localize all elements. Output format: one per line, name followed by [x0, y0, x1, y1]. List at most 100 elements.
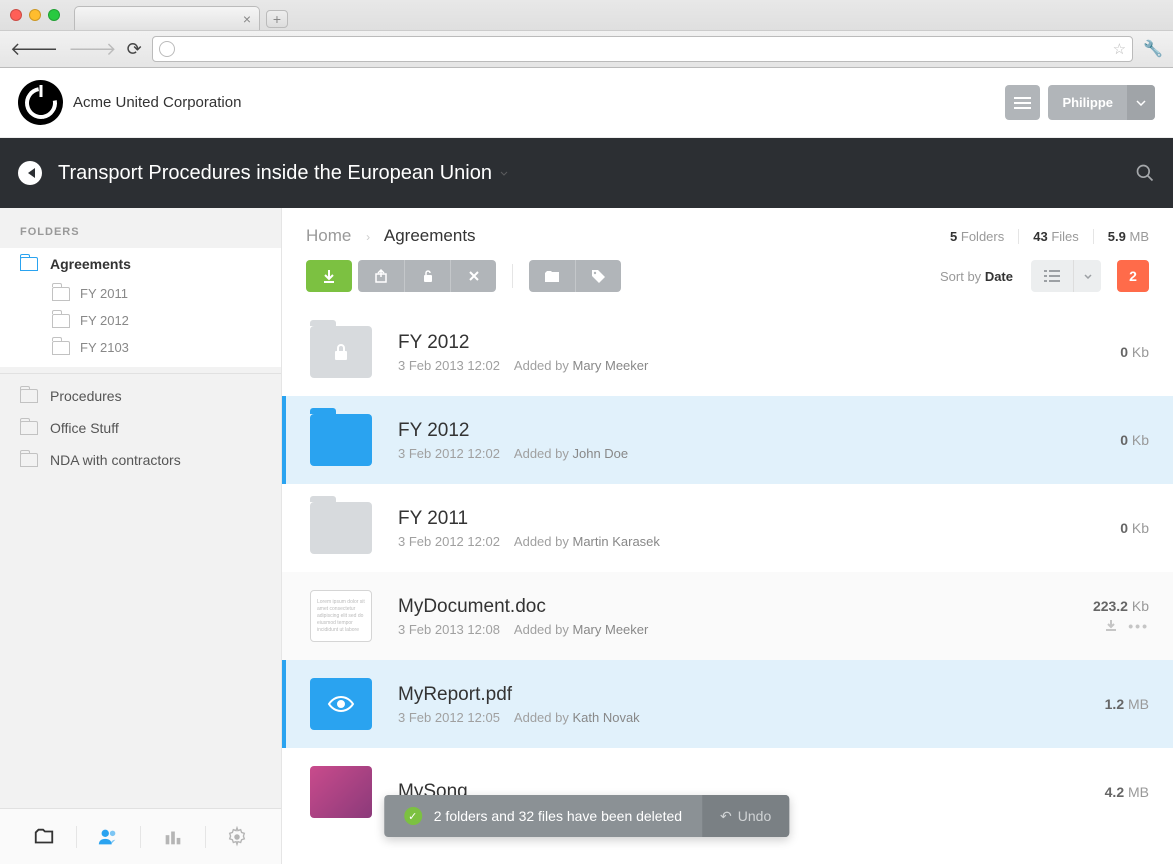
divider [0, 373, 281, 374]
item-size: 1.2 MB [1105, 696, 1149, 712]
sidebar-sub-fy2011[interactable]: FY 2011 [0, 280, 281, 307]
title-dropdown-icon[interactable] [500, 171, 508, 176]
reload-button[interactable]: ⟳ [127, 39, 142, 60]
sidebar-sub-label: FY 2011 [80, 286, 128, 301]
minimize-window-icon[interactable] [29, 9, 41, 21]
document-icon: Lorem ipsum dolor sit amet consectetur a… [310, 590, 372, 642]
nav-files-icon[interactable] [12, 826, 77, 848]
chevron-down-icon [1127, 85, 1155, 120]
stat-size: 5.9 MB [1094, 229, 1149, 244]
breadcrumb-sep-icon: › [366, 230, 370, 244]
view-toggle[interactable] [1031, 260, 1101, 292]
browser-tab[interactable]: × [74, 6, 260, 30]
tag-button[interactable] [575, 260, 621, 292]
nav-settings-icon[interactable] [206, 826, 270, 848]
list-view-icon[interactable] [1031, 260, 1073, 292]
sidebar-item-agreements[interactable]: Agreements [0, 248, 281, 280]
context-title: Transport Procedures inside the European… [58, 162, 492, 185]
stats: 5 Folders 43 Files 5.9 MB [936, 229, 1149, 244]
item-meta: 3 Feb 2012 12:05Added by Kath Novak [398, 710, 1079, 725]
window-controls[interactable] [10, 9, 60, 21]
user-name: Philippe [1048, 95, 1127, 110]
stat-folders: 5 Folders [936, 229, 1019, 244]
sidebar-item-nda[interactable]: NDA with contractors [0, 444, 281, 476]
selection-count-badge[interactable]: 2 [1117, 260, 1149, 292]
item-meta: 3 Feb 2013 12:02Added by Mary Meeker [398, 358, 1094, 373]
list-item[interactable]: Lorem ipsum dolor sit amet consectetur a… [282, 572, 1173, 660]
sidebar-sub-fy2103[interactable]: FY 2103 [0, 334, 281, 367]
url-bar[interactable]: ☆ [152, 36, 1133, 62]
tab-close-icon[interactable]: × [243, 11, 251, 27]
sidebar-sub-label: FY 2103 [80, 340, 129, 355]
item-meta: 3 Feb 2012 12:02Added by Martin Karasek [398, 534, 1094, 549]
download-button[interactable] [306, 260, 352, 292]
folder-icon [20, 453, 38, 467]
list-item[interactable]: MyReport.pdf 3 Feb 2012 12:05Added by Ka… [282, 660, 1173, 748]
item-size: 0 Kb [1120, 344, 1149, 360]
unlock-button[interactable] [404, 260, 450, 292]
item-title: FY 2011 [398, 508, 1094, 530]
user-menu[interactable]: Philippe [1048, 85, 1155, 120]
folder-icon [52, 287, 70, 301]
more-icon[interactable]: ••• [1128, 618, 1149, 634]
list-item[interactable]: FY 2011 3 Feb 2012 12:02Added by Martin … [282, 484, 1173, 572]
sidebar-item-label: Office Stuff [50, 420, 119, 436]
item-size: 4.2 MB [1105, 784, 1149, 800]
folder-icon [310, 502, 372, 554]
delete-button[interactable] [450, 260, 496, 292]
main-panel: Home › Agreements 5 Folders 43 Files 5.9… [282, 208, 1173, 864]
folder-icon [310, 414, 372, 466]
app-header: Acme United Corporation Philippe [0, 68, 1173, 138]
divider [512, 264, 513, 288]
item-size: 223.2 Kb [1093, 598, 1149, 614]
view-dropdown-icon[interactable] [1073, 260, 1101, 292]
check-icon: ✓ [404, 807, 422, 825]
close-window-icon[interactable] [10, 9, 22, 21]
folder-icon [20, 389, 38, 403]
item-meta: 3 Feb 2012 12:02Added by John Doe [398, 446, 1094, 461]
search-icon[interactable] [1135, 163, 1155, 183]
nav-users-icon[interactable] [77, 826, 142, 848]
new-tab-button[interactable]: + [266, 10, 288, 28]
zoom-window-icon[interactable] [48, 9, 60, 21]
image-thumb-icon [310, 766, 372, 818]
sidebar-sub-fy2012[interactable]: FY 2012 [0, 307, 281, 334]
back-button[interactable]: 🡐 [10, 39, 58, 60]
menu-button[interactable] [1005, 85, 1040, 120]
sidebar-heading: FOLDERS [0, 208, 281, 248]
list-item[interactable]: FY 2012 3 Feb 2012 12:02Added by John Do… [282, 396, 1173, 484]
new-folder-button[interactable] [529, 260, 575, 292]
bookmark-star-icon[interactable]: ☆ [1113, 40, 1126, 58]
folder-icon [20, 257, 38, 271]
file-list: FY 2012 3 Feb 2013 12:02Added by Mary Me… [282, 308, 1173, 836]
breadcrumb-root[interactable]: Home [306, 226, 351, 245]
sidebar-item-office[interactable]: Office Stuff [0, 412, 281, 444]
breadcrumb: Home › Agreements [306, 226, 476, 246]
folder-icon [52, 314, 70, 328]
share-button[interactable] [358, 260, 404, 292]
item-size: 0 Kb [1120, 432, 1149, 448]
nav-stats-icon[interactable] [141, 826, 206, 848]
breadcrumb-current: Agreements [384, 226, 476, 245]
list-item[interactable]: FY 2012 3 Feb 2013 12:02Added by Mary Me… [282, 308, 1173, 396]
forward-button[interactable]: 🡒 [68, 39, 116, 60]
undo-icon: ↶ [720, 808, 732, 825]
item-title: FY 2012 [398, 420, 1094, 442]
pdf-preview-icon [310, 678, 372, 730]
settings-wrench-icon[interactable]: 🔧 [1143, 39, 1163, 59]
item-size: 0 Kb [1120, 520, 1149, 536]
browser-chrome: × + 🡐 🡒 ⟳ ☆ 🔧 [0, 0, 1173, 68]
download-icon[interactable] [1104, 618, 1118, 634]
sidebar-item-procedures[interactable]: Procedures [0, 380, 281, 412]
toolbar: Sort by Date 2 [282, 260, 1173, 308]
logo-icon[interactable] [18, 80, 63, 125]
company-name: Acme United Corporation [73, 94, 241, 111]
sidebar: FOLDERS Agreements FY 2011 FY 2012 FY 21… [0, 208, 282, 864]
sidebar-sub-label: FY 2012 [80, 313, 129, 328]
sort-control[interactable]: Sort by Date [940, 269, 1013, 284]
item-title: FY 2012 [398, 332, 1094, 354]
undo-button[interactable]: ↶ Undo [702, 795, 789, 837]
stat-files: 43 Files [1019, 229, 1094, 244]
back-circle-button[interactable] [18, 161, 42, 185]
sidebar-bottom-nav [0, 808, 281, 864]
